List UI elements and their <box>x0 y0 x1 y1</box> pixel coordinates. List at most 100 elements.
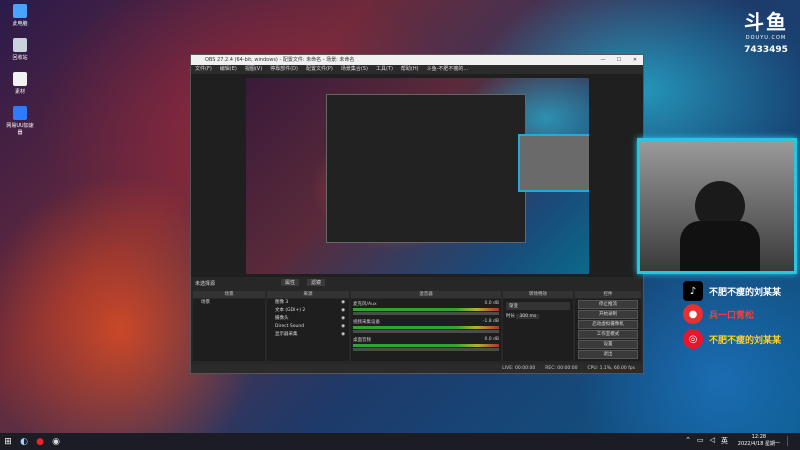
source-item-label: 摄像头 <box>275 316 289 321</box>
visibility-icon[interactable]: ◉ <box>341 315 345 323</box>
obs-preview[interactable] <box>246 78 589 274</box>
clock-time: 12:28 <box>751 434 767 440</box>
network-icon[interactable]: ▭ <box>697 436 704 446</box>
start-recording-button[interactable]: 开始录制 <box>578 310 638 319</box>
menu-tools[interactable]: 工具(T) <box>376 65 393 74</box>
weibo-icon: ◎ <box>683 329 703 349</box>
close-icon[interactable]: ✕ <box>627 55 643 65</box>
volume-slider[interactable] <box>353 330 499 333</box>
volume-meter <box>353 344 499 347</box>
volume-icon[interactable]: ◁ <box>710 436 715 446</box>
this-pc-icon[interactable]: 此电脑 <box>4 4 36 27</box>
system-clock[interactable]: 12:28 2022/4/18 星期一 <box>738 434 780 448</box>
visibility-icon[interactable]: ◉ <box>341 299 345 307</box>
channel-name: 桌面音频 <box>353 338 371 343</box>
obs-title-text: OBS 27.2.4 (64-bit, windows) - 配置文件: 未命名… <box>205 57 355 63</box>
desktop-icon-label: 网易UU加速器 <box>6 123 34 136</box>
visibility-icon[interactable]: ◉ <box>341 323 345 331</box>
mixer-channel: 麦克风/Aux 0.0 dB <box>353 301 499 315</box>
mixer-channel: 视频采集设备 -1.8 dB <box>353 319 499 333</box>
tray-chevron-icon[interactable]: ⌃ <box>685 436 691 446</box>
obs-docks: 未选择源 属性 滤镜 场景 场景 来源 图像 3 ◉ 文本 (GDI+) 2 ◉ 摄… <box>191 277 643 373</box>
desktop-icon-label: 素材 <box>14 89 25 95</box>
scene-item[interactable]: 场景 <box>193 299 265 307</box>
social-label: 不肥不瘦的刘某某 <box>709 287 782 298</box>
menu-douyu[interactable]: 斗鱼-不肥不瘦的... <box>427 65 469 74</box>
material-folder-icon[interactable]: 素材 <box>4 72 36 95</box>
menu-file[interactable]: 文件(F) <box>195 65 212 74</box>
exit-button[interactable]: 退出 <box>578 350 638 359</box>
source-item-label: 显示器采集 <box>275 332 298 337</box>
filters-button[interactable]: 滤镜 <box>307 279 326 286</box>
obs-icon[interactable]: ◉ <box>48 433 64 450</box>
menu-profile[interactable]: 配置文件(P) <box>306 65 333 74</box>
netease-music-icon[interactable]: ● <box>32 433 48 450</box>
menu-docks[interactable]: 停靠部件(D) <box>270 65 298 74</box>
minimize-icon[interactable]: — <box>595 55 611 65</box>
duration-input[interactable]: 300 ms <box>516 314 540 319</box>
transition-select[interactable]: 渐变 <box>506 302 570 310</box>
properties-button[interactable]: 属性 <box>281 279 300 286</box>
visibility-icon[interactable]: ◉ <box>341 307 345 315</box>
mixer-dock-title: 混音器 <box>351 291 501 298</box>
cpu-fps: CPU: 1.1%, 60.00 fps <box>587 366 636 371</box>
menu-help[interactable]: 帮助(H) <box>401 65 419 74</box>
settings-button[interactable]: 设置 <box>578 340 638 349</box>
source-item[interactable]: 摄像头 ◉ <box>267 315 349 323</box>
tiktok-icon: ♪ <box>683 281 703 301</box>
source-item-label: Direct Sound <box>275 324 305 329</box>
douyu-logo: 斗鱼 DOUYU.COM 7433495 <box>736 6 796 55</box>
source-item[interactable]: Direct Sound ◉ <box>267 323 349 331</box>
source-item[interactable]: 图像 3 ◉ <box>267 299 349 307</box>
menu-edit[interactable]: 编辑(E) <box>220 65 237 74</box>
desktop: 此电脑 回收站 素材 网易UU加速器 OBS 27.2.4 (64-bit, w… <box>0 0 800 433</box>
recycle-bin-icon[interactable]: 回收站 <box>4 38 36 61</box>
scenes-list[interactable]: 场景 <box>193 299 265 361</box>
webcam-overlay <box>637 138 797 274</box>
volume-meter <box>353 308 499 311</box>
social-weibo: ◎ 不肥不瘦的刘某某 <box>683 329 781 349</box>
brand-sub: DOUYU.COM <box>745 35 787 41</box>
channel-db: 0.0 dB <box>484 301 499 306</box>
social-label: 兵一口青松 <box>709 310 755 321</box>
controls-panel: 停止推流 开始录制 启动虚拟摄像机 工作室模式 设置 退出 <box>575 299 641 361</box>
rec-timer: REC: 00:00:00 <box>545 366 578 371</box>
channel-name: 麦克风/Aux <box>353 302 377 307</box>
menu-scene-collection[interactable]: 场景集合(S) <box>341 65 368 74</box>
uu-accelerator-icon[interactable]: 网易UU加速器 <box>4 106 36 136</box>
studio-mode-button[interactable]: 工作室模式 <box>578 330 638 339</box>
brand-logo-text: 斗鱼 <box>744 10 788 34</box>
menu-view[interactable]: 视图(V) <box>245 65 262 74</box>
windows-start-icon[interactable]: ⊞ <box>0 433 16 450</box>
obs-status-bar: LIVE: 00:00:00 REC: 00:00:00 CPU: 1.1%, … <box>191 364 643 373</box>
sources-list[interactable]: 图像 3 ◉ 文本 (GDI+) 2 ◉ 摄像头 ◉ Direct Sound ◉ 显示… <box>267 299 349 361</box>
desktop-icon-label: 回收站 <box>12 55 28 61</box>
social-label: 不肥不瘦的刘某某 <box>709 335 782 346</box>
obs-window: OBS 27.2.4 (64-bit, windows) - 配置文件: 未命名… <box>190 54 644 374</box>
pingpong-icon: ● <box>683 304 703 324</box>
virtual-camera-button[interactable]: 启动虚拟摄像机 <box>578 320 638 329</box>
steam-icon[interactable]: ◐ <box>16 433 32 450</box>
ime-icon[interactable]: 英 <box>721 436 728 446</box>
visibility-icon[interactable]: ◉ <box>341 331 345 339</box>
show-desktop-button[interactable] <box>787 436 796 446</box>
obs-title-bar[interactable]: OBS 27.2.4 (64-bit, windows) - 配置文件: 未命名… <box>191 55 643 65</box>
source-item[interactable]: 文本 (GDI+) 2 ◉ <box>267 307 349 315</box>
volume-slider[interactable] <box>353 348 499 351</box>
source-item[interactable]: 显示器采集 ◉ <box>267 331 349 339</box>
volume-slider[interactable] <box>353 312 499 315</box>
maximize-icon[interactable]: ☐ <box>611 55 627 65</box>
nested-camera-preview <box>518 134 589 192</box>
room-id: 7433495 <box>744 45 788 55</box>
obs-menu-bar: 文件(F) 编辑(E) 视图(V) 停靠部件(D) 配置文件(P) 场景集合(S… <box>191 65 643 74</box>
channel-db: 0.0 dB <box>484 337 499 342</box>
mixer-channel: 桌面音频 0.0 dB <box>353 337 499 351</box>
stop-streaming-button[interactable]: 停止推流 <box>578 300 638 309</box>
transitions-panel: 渐变 时长 300 ms <box>503 299 573 361</box>
nested-obs-preview <box>326 94 526 243</box>
taskbar: ⊞ ◐ ● ◉ ⌃ ▭ ◁ 英 12:28 2022/4/18 星期一 <box>0 433 800 450</box>
transitions-dock-title: 转场特效 <box>503 291 573 298</box>
scenes-dock-title: 场景 <box>193 291 265 298</box>
channel-name: 视频采集设备 <box>353 320 380 325</box>
audio-mixer: 麦克风/Aux 0.0 dB 视频采集设备 -1.8 dB 桌面音频 0.0 d… <box>351 299 501 361</box>
